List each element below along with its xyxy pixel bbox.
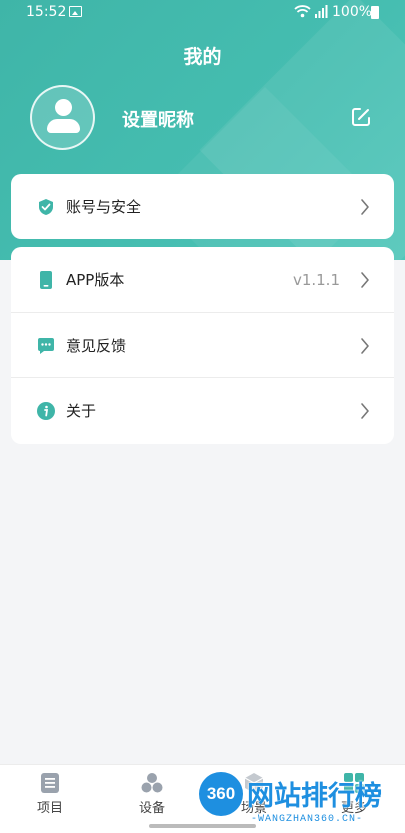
nickname-label[interactable]: 设置昵称 <box>122 106 194 132</box>
phone-icon <box>40 271 52 289</box>
signal-icon <box>315 5 328 18</box>
chevron-right-icon <box>361 272 369 288</box>
image-icon <box>69 6 82 17</box>
chevron-right-icon <box>361 403 369 419</box>
tab-devices-label: 设备 <box>138 801 165 816</box>
page-title: 我的 <box>183 46 222 68</box>
watermark-title: 网站排行榜 <box>247 781 382 812</box>
chat-bubble-icon <box>38 338 54 354</box>
status-bar: 15:52 100% <box>0 0 405 26</box>
tab-devices[interactable]: 设备 <box>112 765 192 825</box>
home-indicator[interactable] <box>149 824 256 828</box>
shield-check-icon <box>39 199 53 215</box>
app-version-label: APP版本 <box>66 271 125 289</box>
status-time: 15:52 <box>26 4 67 20</box>
settings-card: APP版本 v1.1.1 意见反馈 关于 <box>11 247 394 444</box>
account-security-label: 账号与安全 <box>66 198 142 216</box>
about-item[interactable]: 关于 <box>11 377 394 442</box>
feedback-label: 意见反馈 <box>66 336 127 355</box>
app-version-item[interactable]: APP版本 v1.1.1 <box>11 247 394 312</box>
about-label: 关于 <box>66 401 97 420</box>
tab-projects-label: 项目 <box>36 801 63 816</box>
cubes-icon <box>141 773 163 793</box>
tab-projects[interactable]: 项目 <box>10 765 90 825</box>
watermark-subtitle: -WANGZHAN360.CN- <box>251 814 364 825</box>
wifi-icon <box>294 5 311 18</box>
feedback-item[interactable]: 意见反馈 <box>11 312 394 377</box>
list-icon <box>41 773 59 793</box>
battery-percent: 100% <box>332 4 373 20</box>
avatar-body <box>47 119 80 133</box>
avatar[interactable] <box>30 85 95 150</box>
app-version-value: v1.1.1 <box>292 270 340 289</box>
chevron-right-icon <box>361 199 369 215</box>
watermark-badge: 360 <box>199 772 243 816</box>
battery-icon <box>371 6 379 19</box>
chevron-right-icon <box>361 338 369 354</box>
account-security-item[interactable]: 账号与安全 <box>11 174 394 239</box>
avatar-head <box>55 99 72 116</box>
account-card: 账号与安全 <box>11 174 394 239</box>
edit-icon[interactable] <box>350 106 372 128</box>
info-icon <box>37 402 55 420</box>
